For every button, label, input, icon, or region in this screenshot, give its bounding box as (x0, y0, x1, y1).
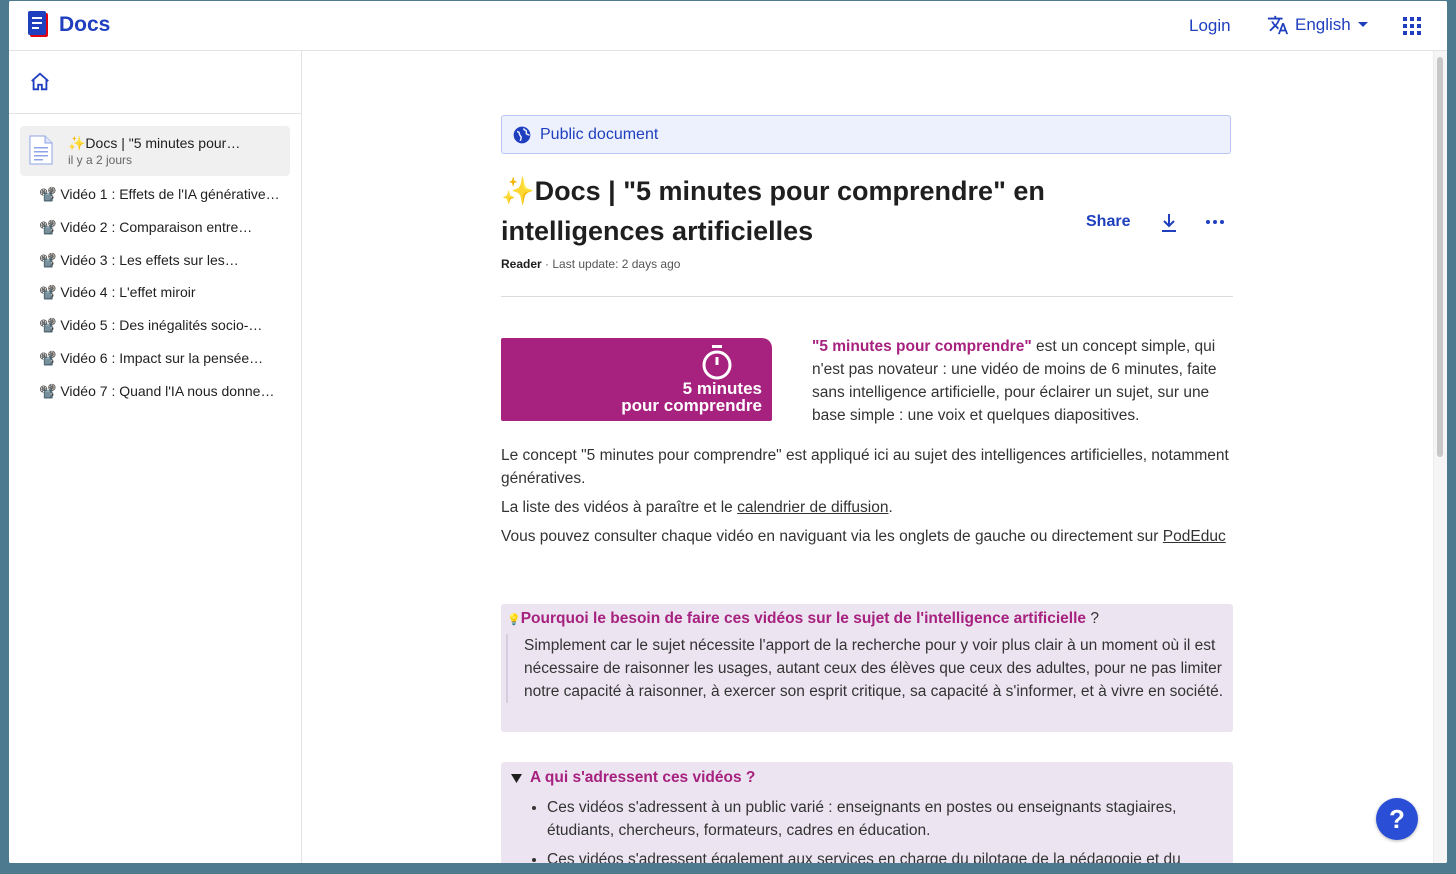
sidebar-item-video-4[interactable]: 📽️ Vidéo 4 : L'effet miroir (39, 276, 289, 309)
public-document-banner: Public document (501, 115, 1231, 154)
paragraph-concept: Le concept "5 minutes pour comprendre" e… (501, 447, 1229, 487)
download-icon[interactable] (1159, 212, 1179, 234)
paragraph-calendar-end: . (888, 499, 893, 516)
sidebar: ✨Docs | "5 minutes pour… il y a 2 jours … (9, 51, 302, 863)
callout-why-question: 💡Pourquoi le besoin de faire ces vidéos … (507, 610, 1099, 628)
calendar-link[interactable]: calendrier de diffusion (737, 499, 888, 516)
paragraph-podeduc: Vous pouvez consulter chaque vidéo en na… (501, 525, 1233, 548)
sidebar-item-video-5[interactable]: 📽️ Vidéo 5 : Des inégalités socio-… (39, 309, 289, 342)
main-scrollbar-thumb[interactable] (1437, 57, 1443, 457)
audience-list: Ces vidéos s'adressent à un public varié… (527, 796, 1237, 863)
sidebar-item-video-1[interactable]: 📽️ Vidéo 1 : Effets de l'IA générative… (39, 178, 289, 211)
app-name: Docs (59, 13, 111, 36)
paragraph-calendar-text: La liste des vidéos à paraître et le (501, 499, 738, 516)
current-doc-title: ✨Docs | "5 minutes pour… (68, 135, 241, 151)
translate-icon (1267, 15, 1289, 35)
current-doc-updated: il y a 2 jours (68, 153, 133, 167)
paragraph-podeduc-text: Vous pouvez consulter chaque vidéo en na… (501, 528, 1163, 545)
sidebar-doc-list: 📽️ Vidéo 1 : Effets de l'IA générative… … (39, 178, 289, 408)
apps-grid-icon[interactable] (1402, 16, 1422, 36)
sidebar-item-video-7[interactable]: 📽️ Vidéo 7 : Quand l'IA nous donne… (39, 375, 289, 408)
callout-why: 💡Pourquoi le besoin de faire ces vidéos … (501, 604, 1233, 732)
audience-item: Ces vidéos s'adressent également aux ser… (547, 848, 1237, 863)
sidebar-item-video-3[interactable]: 📽️ Vidéo 3 : Les effets sur les… (39, 244, 289, 277)
badge-line-2: pour comprendre (621, 396, 762, 415)
main-content: Public document ✨Docs | "5 minutes pour … (302, 51, 1432, 863)
document-meta: Reader · Last update: 2 days ago (501, 257, 680, 271)
document-title[interactable]: ✨Docs | "5 minutes pour comprendre" en i… (501, 171, 1071, 251)
callout-why-qmark: ? (1086, 610, 1099, 627)
login-link[interactable]: Login (1189, 16, 1231, 36)
podeduc-link[interactable]: PodEduc (1163, 528, 1226, 545)
callout-audience: A qui s'adressent ces vidéos ? Ces vidéo… (501, 762, 1233, 863)
home-icon[interactable] (29, 71, 51, 93)
last-update: Last update: 2 days ago (552, 257, 681, 271)
sidebar-item-video-2[interactable]: 📽️ Vidéo 2 : Comparaison entre… (39, 211, 289, 244)
browser-window: Docs Login English ✨Docs | "5 minutes po… (9, 1, 1447, 863)
intro-highlight: "5 minutes pour comprendre" (812, 338, 1032, 355)
audience-item: Ces vidéos s'adressent à un public varié… (547, 796, 1237, 842)
document-icon (29, 135, 53, 165)
share-button[interactable]: Share (1086, 213, 1130, 231)
five-minutes-badge-image: 5 minutes pour comprendre (501, 338, 772, 421)
help-button[interactable]: ? (1376, 798, 1418, 840)
callout-audience-heading: A qui s'adressent ces vidéos ? (530, 769, 756, 786)
paragraph-calendar: La liste des vidéos à paraître et le cal… (501, 496, 1233, 519)
sidebar-divider (9, 113, 301, 114)
callout-why-title: Pourquoi le besoin de faire ces vidéos s… (520, 610, 1087, 627)
app-logo[interactable]: Docs (27, 11, 110, 39)
triangle-down-icon (511, 773, 522, 783)
public-document-label: Public document (540, 125, 659, 143)
more-options-icon[interactable] (1204, 212, 1226, 232)
callout-audience-toggle[interactable]: A qui s'adressent ces vidéos ? (511, 769, 755, 787)
stopwatch-icon (702, 345, 732, 380)
globe-icon (513, 126, 531, 143)
caret-down-icon (1357, 22, 1368, 27)
language-label: English (1295, 15, 1351, 34)
language-selector[interactable]: English (1267, 14, 1369, 36)
callout-why-body: Simplement car le sujet nécessite l'appo… (506, 634, 1237, 703)
sidebar-current-doc[interactable]: ✨Docs | "5 minutes pour… il y a 2 jours (20, 126, 290, 176)
title-divider (501, 296, 1233, 297)
user-role: Reader (501, 257, 542, 271)
docs-logo-icon (28, 11, 48, 37)
intro-paragraph: "5 minutes pour comprendre" est un conce… (812, 335, 1232, 427)
meta-separator: · (541, 257, 553, 271)
sidebar-item-video-6[interactable]: 📽️ Vidéo 6 : Impact sur la pensée… (39, 342, 289, 375)
top-bar: Docs Login English (9, 1, 1447, 51)
lightbulb-icon: 💡 (507, 614, 521, 626)
